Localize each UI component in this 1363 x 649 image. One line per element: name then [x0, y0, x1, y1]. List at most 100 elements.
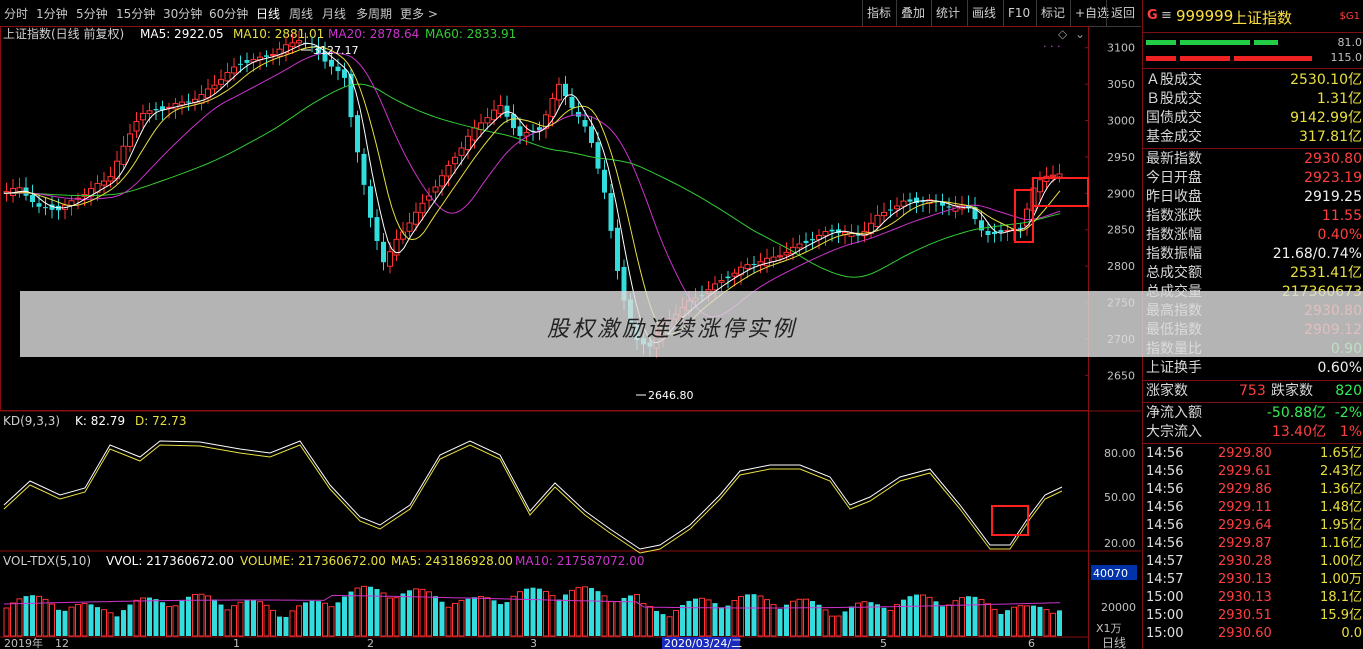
tick-row[interactable]: 14:57 2930.28 1.00亿 — [1143, 553, 1363, 571]
tick-row[interactable]: 15:00 2930.60 0.0 — [1143, 625, 1363, 643]
chart-controls[interactable]: ◇ ⌄ — [1058, 27, 1085, 41]
y-tick-label: 3100 — [1107, 42, 1135, 55]
volume-bar — [16, 598, 23, 637]
volume-bar — [348, 591, 354, 636]
period-tag[interactable]: 日线 — [1102, 636, 1126, 649]
period-tab-multi[interactable]: 多周期 — [356, 5, 392, 22]
volume-bar — [530, 587, 536, 636]
tick-row[interactable]: 14:56 2929.11 1.48亿 — [1143, 499, 1363, 517]
candle-up — [764, 257, 770, 267]
candle-up — [198, 93, 205, 104]
tick-volume: 0.0 — [1341, 626, 1362, 641]
volume-bar — [770, 604, 777, 637]
volume-bar — [966, 596, 971, 636]
kd-y-tick-label: 50.00 — [1104, 491, 1136, 504]
volume-bar — [666, 616, 673, 637]
volume-bar — [472, 597, 477, 636]
tick-price: 2930.28 — [1218, 554, 1272, 569]
volume-bar — [114, 616, 120, 636]
tool-indicator-button[interactable]: 指标 — [862, 0, 895, 26]
period-tab-5min[interactable]: 5分钟 — [76, 5, 108, 22]
index-stat-row-label: 最新指数 — [1146, 151, 1202, 167]
tick-time: 14:56 — [1146, 482, 1184, 497]
volume-bar — [445, 606, 452, 637]
up-count-value: 753 — [1239, 383, 1266, 399]
period-tab-30min[interactable]: 30分钟 — [163, 5, 202, 22]
chevron-down-icon[interactable]: ⌄ — [1075, 27, 1085, 41]
tool-mark-button[interactable]: 标记 — [1036, 0, 1069, 26]
volume-bar — [458, 599, 465, 637]
candle-up — [101, 180, 107, 186]
volume-bar — [393, 597, 400, 637]
tick-row[interactable]: 15:00 2930.51 15.9亿 — [1143, 607, 1363, 625]
candle-up — [452, 156, 458, 165]
volume-bar — [205, 595, 211, 637]
period-tab-60min[interactable]: 60分钟 — [209, 5, 248, 22]
tick-row[interactable]: 14:56 2929.80 1.65亿 — [1143, 445, 1363, 463]
tool-stats-button[interactable]: 统计 — [931, 0, 964, 26]
candle-down — [608, 193, 614, 231]
candle-down — [985, 231, 991, 235]
tick-row[interactable]: 15:00 2930.13 18.1亿 — [1143, 589, 1363, 607]
volume-bar — [88, 604, 94, 636]
volume-bar — [777, 608, 783, 636]
candle-up — [419, 202, 426, 214]
period-tab-15min[interactable]: 15分钟 — [116, 5, 155, 22]
tick-price: 2929.80 — [1218, 446, 1272, 461]
volume-bar — [940, 606, 945, 636]
candle-up — [133, 121, 140, 132]
candle-down — [810, 239, 815, 241]
period-tab-1min[interactable]: 1分钟 — [36, 5, 68, 22]
tool-back-button[interactable]: 返回 — [1106, 0, 1139, 26]
market-prefix: G — [1147, 8, 1158, 23]
volume-bar — [822, 609, 829, 637]
period-tab-fenshi[interactable]: 分时 — [4, 5, 28, 22]
tool-f10-button[interactable]: F10 — [1003, 0, 1034, 26]
volume-bar — [946, 604, 952, 637]
menu-icon[interactable]: ≡ — [1161, 8, 1172, 23]
candle-up — [881, 211, 887, 217]
index-stat-row-value: 2531.41亿 — [1290, 265, 1362, 281]
quote-header: G ≡ 999999 上证指数 $G1 — [1143, 0, 1363, 32]
turnover-row-value: 317.81亿 — [1299, 129, 1362, 145]
volume-bar — [660, 614, 666, 636]
tick-row[interactable]: 14:56 2929.87 1.16亿 — [1143, 535, 1363, 553]
netflow-label: 净流入额 — [1146, 405, 1202, 421]
volume-bar — [186, 596, 191, 636]
period-tab-daily[interactable]: 日线 — [256, 5, 280, 22]
candle-up — [783, 251, 790, 256]
turnover-row: 基金成交 317.81亿 — [1143, 128, 1363, 147]
volume-bar — [419, 588, 426, 637]
y-tick-label: 2950 — [1107, 151, 1135, 164]
tool-draw-button[interactable]: 画线 — [967, 0, 1000, 26]
tool-overlay-button[interactable]: 叠加 — [896, 0, 929, 26]
period-tab-more[interactable]: 更多 > — [400, 5, 438, 22]
volume-bar — [926, 596, 933, 637]
kd-k-label: K: 82.79 — [75, 414, 125, 428]
volume-bar — [589, 588, 594, 636]
volume-bar — [855, 602, 861, 637]
tick-row[interactable]: 14:57 2930.13 1.00万 — [1143, 571, 1363, 589]
candle-down — [595, 142, 601, 169]
volume-bar — [537, 588, 542, 636]
tick-row[interactable]: 14:56 2929.61 2.43亿 — [1143, 463, 1363, 481]
turnover-row-label: 基金成交 — [1146, 129, 1202, 145]
volume-bar — [510, 595, 517, 637]
candle-up — [224, 71, 231, 82]
tick-volume: 1.48亿 — [1320, 500, 1362, 515]
diamond-icon[interactable]: ◇ — [1058, 27, 1068, 41]
ratio-value-1: 81.0 — [1337, 36, 1363, 49]
tick-row[interactable]: 14:56 2929.64 1.95亿 — [1143, 517, 1363, 535]
volume-bar — [991, 608, 998, 637]
tick-row[interactable]: 14:56 2929.86 1.36亿 — [1143, 481, 1363, 499]
volume-bar — [875, 604, 880, 636]
kd-y-axis: 80.00 50.00 20.00 — [1104, 447, 1136, 550]
volume-bar — [257, 601, 263, 637]
volume-bar — [303, 602, 308, 636]
tick-volume: 1.65亿 — [1320, 446, 1362, 461]
period-tab-monthly[interactable]: 月线 — [322, 5, 346, 22]
candle-up — [718, 280, 725, 283]
period-tab-weekly[interactable]: 周线 — [289, 5, 313, 22]
volume-bar — [231, 605, 237, 637]
volume-bar — [244, 600, 250, 636]
